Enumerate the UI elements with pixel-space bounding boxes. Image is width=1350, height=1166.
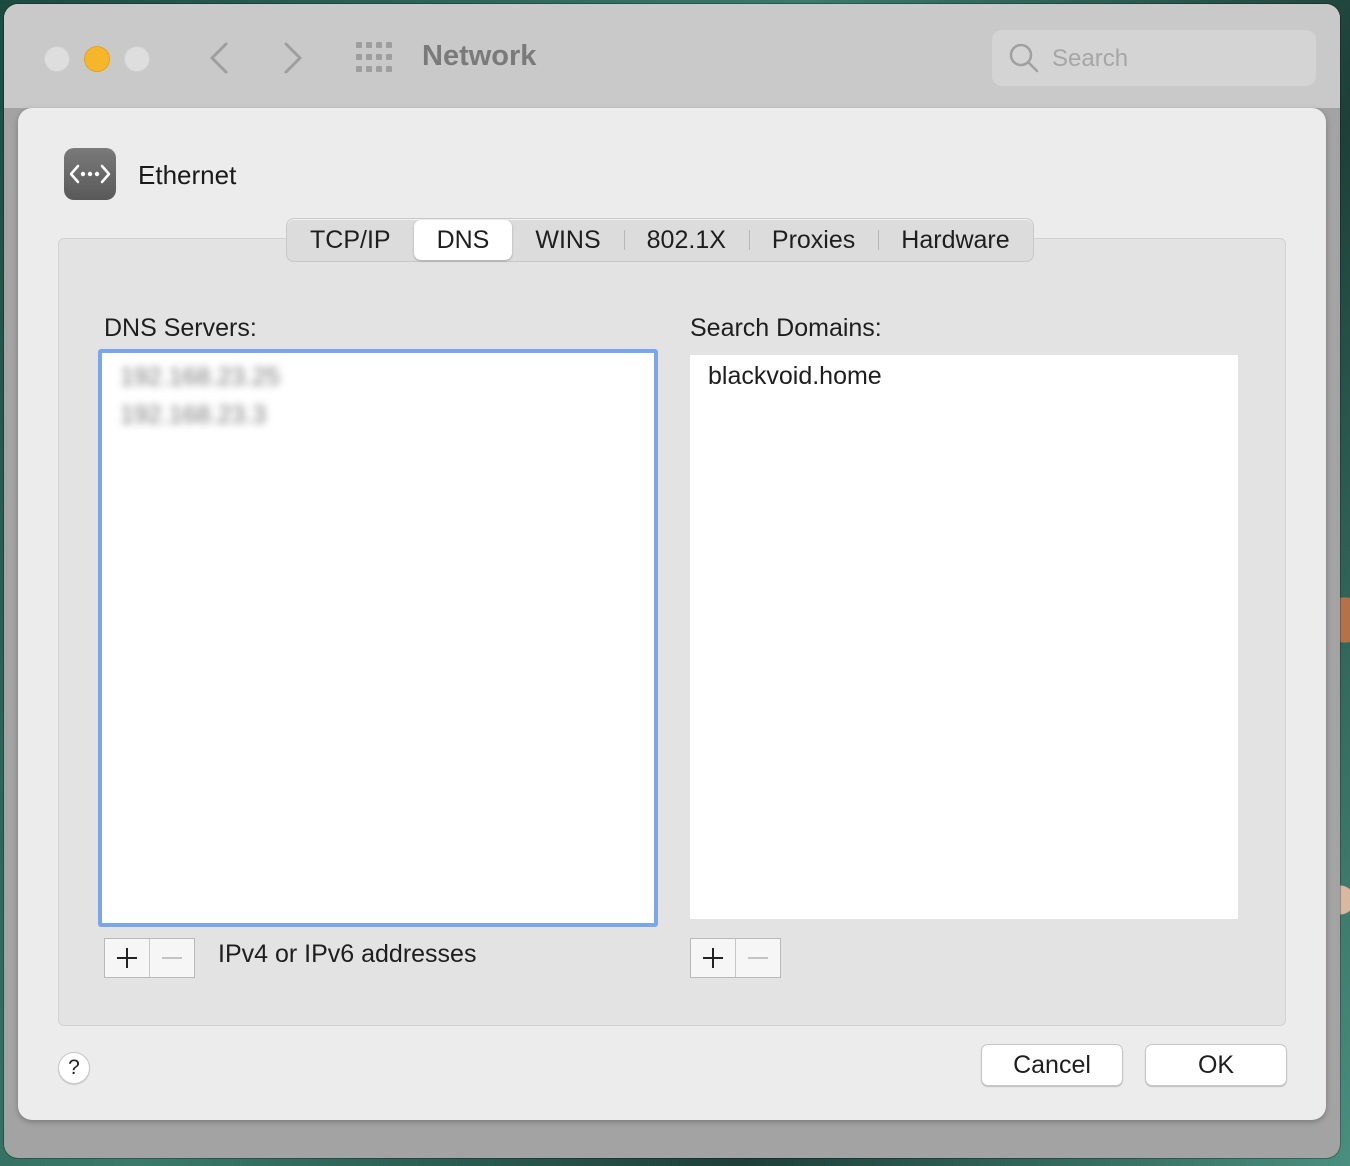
search-domains-list[interactable]: blackvoid.home: [690, 355, 1238, 919]
dns-add-remove-control: [104, 938, 195, 978]
service-name: Ethernet: [138, 160, 237, 190]
search-input[interactable]: [1050, 40, 1304, 78]
list-item[interactable]: blackvoid.home: [690, 357, 1238, 395]
ethernet-icon: [64, 148, 116, 200]
add-search-domain-button[interactable]: [691, 939, 736, 977]
minimize-button[interactable]: [84, 46, 110, 72]
advanced-settings-sheet: Ethernet TCP/IP DNS WINS 802.1X Proxies …: [18, 108, 1326, 1120]
grid-icon[interactable]: [356, 42, 394, 74]
back-arrow-icon[interactable]: [204, 38, 234, 78]
tab-proxies[interactable]: Proxies: [748, 219, 878, 261]
add-dns-server-button[interactable]: [105, 939, 150, 977]
cancel-button[interactable]: Cancel: [981, 1044, 1123, 1086]
list-item[interactable]: 192.168.23.25: [102, 358, 654, 396]
tab-hardware[interactable]: Hardware: [878, 219, 1032, 261]
help-button[interactable]: ?: [58, 1052, 90, 1084]
tab-bar: TCP/IP DNS WINS 802.1X Proxies Hardware: [286, 218, 1034, 262]
domains-add-remove-control: [690, 938, 781, 978]
forward-arrow-icon[interactable]: [278, 38, 308, 78]
search-domains-label: Search Domains:: [690, 314, 882, 342]
list-item[interactable]: 192.168.23.3: [102, 396, 654, 434]
remove-search-domain-button[interactable]: [736, 939, 780, 977]
remove-dns-server-button[interactable]: [150, 939, 194, 977]
tab-tcpip[interactable]: TCP/IP: [287, 219, 414, 261]
window-title: Network: [422, 40, 537, 72]
title-bar: Network: [4, 4, 1340, 108]
zoom-button[interactable]: [124, 46, 150, 72]
ok-button[interactable]: OK: [1145, 1044, 1287, 1086]
search-field[interactable]: [992, 30, 1316, 86]
tab-8021x[interactable]: 802.1X: [623, 219, 749, 261]
tab-wins[interactable]: WINS: [512, 219, 623, 261]
search-icon: [1009, 43, 1039, 73]
dns-hint: IPv4 or IPv6 addresses: [218, 940, 477, 968]
network-preferences-window: Network Ethernet TCP/IP DNS WINS 8: [4, 4, 1340, 1158]
dns-servers-label: DNS Servers:: [104, 314, 257, 342]
tab-dns[interactable]: DNS: [413, 220, 513, 260]
close-button[interactable]: [44, 46, 70, 72]
dns-servers-list[interactable]: 192.168.23.25 192.168.23.3: [98, 349, 658, 927]
